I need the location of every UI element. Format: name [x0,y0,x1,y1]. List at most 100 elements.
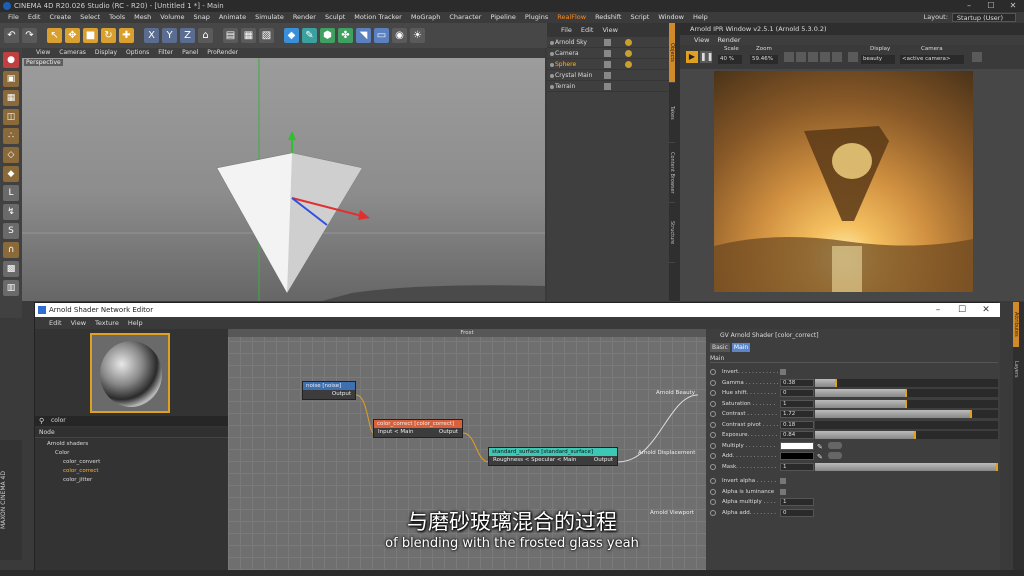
menu-item-simulate[interactable]: Simulate [255,12,284,23]
node-standard-surface[interactable]: standard_surface [standard_surface] Roug… [488,447,618,466]
animate-radio-icon[interactable] [710,453,716,459]
rotate-tool-icon[interactable]: ↻ [101,28,116,43]
visibility-toggle[interactable] [604,50,611,57]
object-row-arnold-sky[interactable]: Arnold Sky [547,37,669,48]
y-axis-icon[interactable]: Y [162,28,177,43]
camera-icon[interactable]: ◉ [392,28,407,43]
ipr-render-image[interactable] [714,71,973,292]
attr-value-field[interactable]: 1 [780,399,814,408]
menu-item-window[interactable]: Window [658,12,684,23]
close-icon[interactable]: ✕ [974,303,998,317]
tree-item-color_convert[interactable]: color_convert [35,458,228,467]
object-row-crystal-main[interactable]: Crystal Main [547,70,669,81]
menu-item-realflow[interactable]: RealFlow [557,12,586,23]
tree-item-color[interactable]: Color [35,449,228,458]
object-menu-file[interactable]: File [561,23,572,37]
menu-item-mograph[interactable]: MoGraph [411,12,441,23]
menu-item-plugins[interactable]: Plugins [525,12,548,23]
scale-field[interactable]: 40 % [718,55,742,64]
animate-radio-icon[interactable] [710,369,716,375]
shader-menu-view[interactable]: View [71,317,86,329]
pen-icon[interactable]: ✎ [302,28,317,43]
polygons-mode-icon[interactable]: ◆ [3,166,19,182]
region-icon[interactable] [784,52,794,62]
attr-checkbox[interactable] [780,369,786,375]
attr-value-field[interactable]: 0.18 [780,420,814,429]
edges-mode-icon[interactable]: ◇ [3,147,19,163]
pause-icon[interactable]: ❚❚ [700,51,713,63]
color-picker-icon[interactable]: ✎ [817,442,823,452]
add-tool-icon[interactable]: ✚ [119,28,134,43]
channel-icon[interactable] [808,52,818,62]
side-tab-objects[interactable]: Objects [669,23,675,83]
menu-item-sculpt[interactable]: Sculpt [325,12,345,23]
coordinate-system-icon[interactable]: ⌂ [198,28,213,43]
attr-row[interactable]: Mask. . . . . . . . . . . .1 [710,462,998,472]
animate-radio-icon[interactable] [710,411,716,417]
animate-radio-icon[interactable] [710,379,716,386]
node-color-correct-port[interactable]: Input < Main Output [374,428,462,437]
select-tool-icon[interactable]: ↖ [47,28,62,43]
attr-slider[interactable] [815,410,998,418]
shader-search-input[interactable]: ⚲ color [35,416,228,426]
attr-color-swatch[interactable] [780,452,814,460]
snapshot-icon[interactable] [832,52,842,62]
animate-radio-icon[interactable] [710,463,716,470]
attr-value-field[interactable]: 0.84 [780,431,814,439]
right-tab-attributes[interactable]: Attributes [1013,302,1019,347]
color-picker-icon[interactable]: ✎ [817,452,823,462]
attr-value-field[interactable]: 1 [780,462,814,471]
attr-slider[interactable] [815,378,998,387]
attr-value-field[interactable]: 0 [780,389,814,397]
visibility-toggle[interactable] [604,61,611,68]
attr-tab-main[interactable]: Main [731,343,751,352]
animate-radio-icon[interactable] [710,432,716,438]
snap-icon[interactable]: S [3,223,19,239]
menu-item-create[interactable]: Create [49,12,71,23]
menu-item-snap[interactable]: Snap [193,12,209,23]
attr-row[interactable]: Invert alpha . . . . . . [710,476,998,486]
object-row-sphere[interactable]: Sphere [547,59,669,70]
object-row-terrain[interactable]: Terrain [547,81,669,92]
maximize-icon[interactable]: ☐ [980,0,1002,12]
layout-selector[interactable]: Layout: Startup (User) [924,12,1016,23]
visibility-toggle[interactable] [604,72,611,79]
menu-item-character[interactable]: Character [449,12,481,23]
move-tool-icon[interactable]: ✥ [65,28,80,43]
light-icon[interactable]: ☀ [410,28,425,43]
right-tab-layers[interactable]: Layers [1013,347,1019,392]
maximize-icon[interactable]: ☐ [950,303,974,317]
viewport-menu-panel[interactable]: Panel [182,48,198,58]
attr-row[interactable]: Hue shift. . . . . . . . .0 [710,388,998,398]
attr-row[interactable]: Invert. . . . . . . . . . . . [710,367,998,377]
layout-dropdown[interactable]: Startup (User) [951,13,1016,22]
x-axis-icon[interactable]: X [144,28,159,43]
node-standard-surface-port[interactable]: Roughness < Specular < Main Output [489,456,617,465]
side-tab-content-browser[interactable]: Content Browser [669,143,675,203]
menu-item-edit[interactable]: Edit [28,12,41,23]
attr-slider[interactable] [815,389,998,397]
make-editable-icon[interactable]: ● [3,52,19,68]
attr-row[interactable]: Alpha multiply . . . . 1 [710,497,998,507]
redo-icon[interactable]: ↷ [22,28,37,43]
perspective-viewport[interactable]: Perspective [22,58,545,301]
shader-menu-edit[interactable]: Edit [49,317,62,329]
zoom-field[interactable]: 59.46% [750,55,778,64]
attr-slider[interactable] [815,399,998,408]
workplane-icon[interactable]: ◫ [3,109,19,125]
attr-row[interactable]: Contrast . . . . . . . . . 1.72 [710,409,998,419]
color-menu-button[interactable] [828,452,842,459]
grid-icon[interactable] [796,52,806,62]
magnet-icon[interactable]: ∩ [3,242,19,258]
object-menu-view[interactable]: View [602,23,617,37]
attr-slider[interactable] [815,431,998,439]
side-tab-takes[interactable]: Takes [669,83,675,143]
menu-item-mesh[interactable]: Mesh [134,12,151,23]
attr-color-swatch[interactable] [780,441,814,450]
menu-item-volume[interactable]: Volume [160,12,184,23]
attr-value-field[interactable]: 1.72 [780,410,814,418]
object-menu-edit[interactable]: Edit [581,23,594,37]
attr-row[interactable]: Multiply . . . . . . . . . ✎ [710,441,998,451]
model-mode-icon[interactable]: ▣ [3,71,19,87]
viewport-menu-options[interactable]: Options [126,48,149,58]
